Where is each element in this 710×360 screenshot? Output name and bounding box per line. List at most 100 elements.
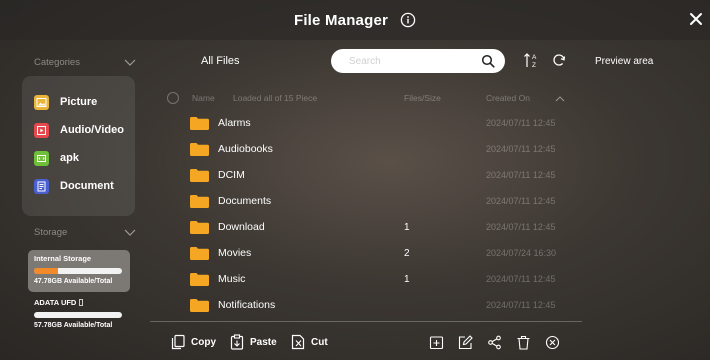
storage-usage-fill [34, 268, 58, 274]
file-row[interactable]: Notifications 2024/07/11 12:45 [190, 295, 576, 315]
storage-name: Internal Storage [34, 254, 92, 263]
storage-header[interactable]: Storage [34, 227, 136, 238]
storage-usage-bar [34, 268, 122, 274]
categories-panel: Picture Audio/Video apk Document [22, 76, 135, 216]
folder-icon [190, 194, 209, 208]
audio-video-icon [34, 122, 49, 138]
folder-icon [190, 168, 209, 182]
storage-label: Storage [34, 227, 68, 238]
file-name: Download [218, 221, 265, 233]
cancel-icon[interactable] [545, 335, 560, 350]
category-label: Document [60, 180, 114, 192]
storage-name-text: ADATA UFD [34, 298, 77, 307]
paste-button[interactable]: Paste [229, 334, 277, 350]
file-date: 2024/07/11 12:45 [486, 222, 556, 232]
delete-icon[interactable] [516, 335, 531, 350]
storage-internal[interactable]: Internal Storage 47.78GB Available/Total [28, 250, 130, 292]
file-row[interactable]: Movies 2 2024/07/24 16:30 [190, 243, 576, 263]
folder-icon [190, 246, 209, 260]
share-icon[interactable] [487, 335, 502, 350]
window-title: File Manager [293, 11, 389, 29]
close-icon[interactable] [688, 11, 704, 27]
file-date: 2024/07/24 16:30 [486, 248, 557, 258]
file-size: 1 [404, 273, 410, 285]
category-picture[interactable]: Picture [34, 93, 97, 111]
copy-icon [171, 334, 185, 350]
svg-text:Z: Z [532, 62, 536, 69]
cut-label: Cut [311, 336, 328, 348]
folder-icon [190, 272, 209, 286]
file-row[interactable]: Download 1 2024/07/11 12:45 [190, 217, 576, 237]
file-row[interactable]: Alarms 2024/07/11 12:45 [190, 113, 576, 133]
file-date: 2024/07/11 12:45 [486, 300, 556, 310]
column-name[interactable]: Name [192, 93, 215, 103]
categories-label: Categories [34, 57, 80, 68]
apk-icon [34, 150, 49, 166]
category-audio-video[interactable]: Audio/Video [34, 121, 124, 139]
paste-icon [230, 334, 244, 350]
categories-header[interactable]: Categories [34, 57, 136, 68]
file-size: 2 [404, 247, 410, 259]
folder-icon [190, 142, 209, 156]
search-box[interactable] [331, 49, 505, 73]
file-name: DCIM [218, 169, 245, 181]
category-apk[interactable]: apk [34, 149, 79, 167]
folder-icon [190, 220, 209, 234]
copy-label: Copy [191, 336, 216, 348]
search-input[interactable] [349, 55, 474, 67]
file-name: Audiobooks [218, 143, 273, 155]
storage-usb[interactable]: ADATA UFD 57.78GB Available/Total [28, 295, 130, 335]
title-bar: File Manager [0, 0, 710, 40]
chevron-down-icon[interactable] [124, 59, 136, 67]
file-size: 1 [404, 221, 410, 233]
file-date: 2024/07/11 12:45 [486, 118, 556, 128]
column-created-on[interactable]: Created On [486, 93, 530, 103]
file-date: 2024/07/11 12:45 [486, 144, 556, 154]
usb-icon [79, 299, 84, 306]
chevron-up-icon[interactable] [555, 95, 565, 102]
category-label: Audio/Video [60, 124, 124, 136]
select-all-checkbox[interactable] [167, 92, 179, 104]
storage-usage-bar [34, 312, 122, 318]
file-date: 2024/07/11 12:45 [486, 274, 556, 284]
storage-available: 57.78GB Available/Total [34, 322, 113, 329]
file-row[interactable]: Documents 2024/07/11 12:45 [190, 191, 576, 211]
refresh-icon[interactable] [552, 53, 566, 67]
cut-icon [291, 334, 305, 350]
table-header: Name Loaded all of 15 Piece Files/Size C… [166, 92, 576, 106]
svg-text:A: A [532, 54, 537, 61]
folder-icon [190, 298, 209, 312]
file-name: Alarms [218, 117, 251, 129]
column-size[interactable]: Files/Size [404, 93, 441, 103]
category-label: apk [60, 152, 79, 164]
category-label: Picture [60, 96, 98, 108]
file-row[interactable]: Audiobooks 2024/07/11 12:45 [190, 139, 576, 159]
file-name: Music [218, 273, 246, 285]
storage-name: ADATA UFD [34, 298, 124, 307]
storage-available: 47.78GB Available/Total [34, 278, 113, 285]
rename-icon[interactable] [458, 335, 473, 350]
chevron-down-icon[interactable] [124, 229, 136, 237]
file-name: Notifications [218, 299, 276, 311]
new-folder-icon[interactable] [429, 335, 444, 350]
file-date: 2024/07/11 12:45 [486, 170, 556, 180]
loaded-count: Loaded all of 15 Piece [233, 93, 318, 103]
cut-button[interactable]: Cut [290, 334, 328, 350]
file-row[interactable]: DCIM 2024/07/11 12:45 [190, 165, 576, 185]
folder-icon [190, 116, 209, 130]
file-date: 2024/07/11 12:45 [486, 196, 556, 206]
file-name: Movies [218, 247, 252, 259]
sort-az-icon[interactable]: A Z [523, 52, 539, 69]
copy-button[interactable]: Copy [170, 334, 216, 350]
paste-label: Paste [250, 336, 277, 348]
preview-area-label: Preview area [595, 56, 654, 67]
picture-icon [34, 94, 49, 110]
file-name: Documents [218, 195, 272, 207]
divider [150, 321, 582, 322]
file-row[interactable]: Music 1 2024/07/11 12:45 [190, 269, 576, 289]
search-icon[interactable] [481, 54, 495, 68]
breadcrumb: All Files [201, 55, 240, 67]
document-icon [34, 178, 49, 194]
category-document[interactable]: Document [34, 177, 114, 195]
info-icon[interactable] [400, 12, 416, 28]
